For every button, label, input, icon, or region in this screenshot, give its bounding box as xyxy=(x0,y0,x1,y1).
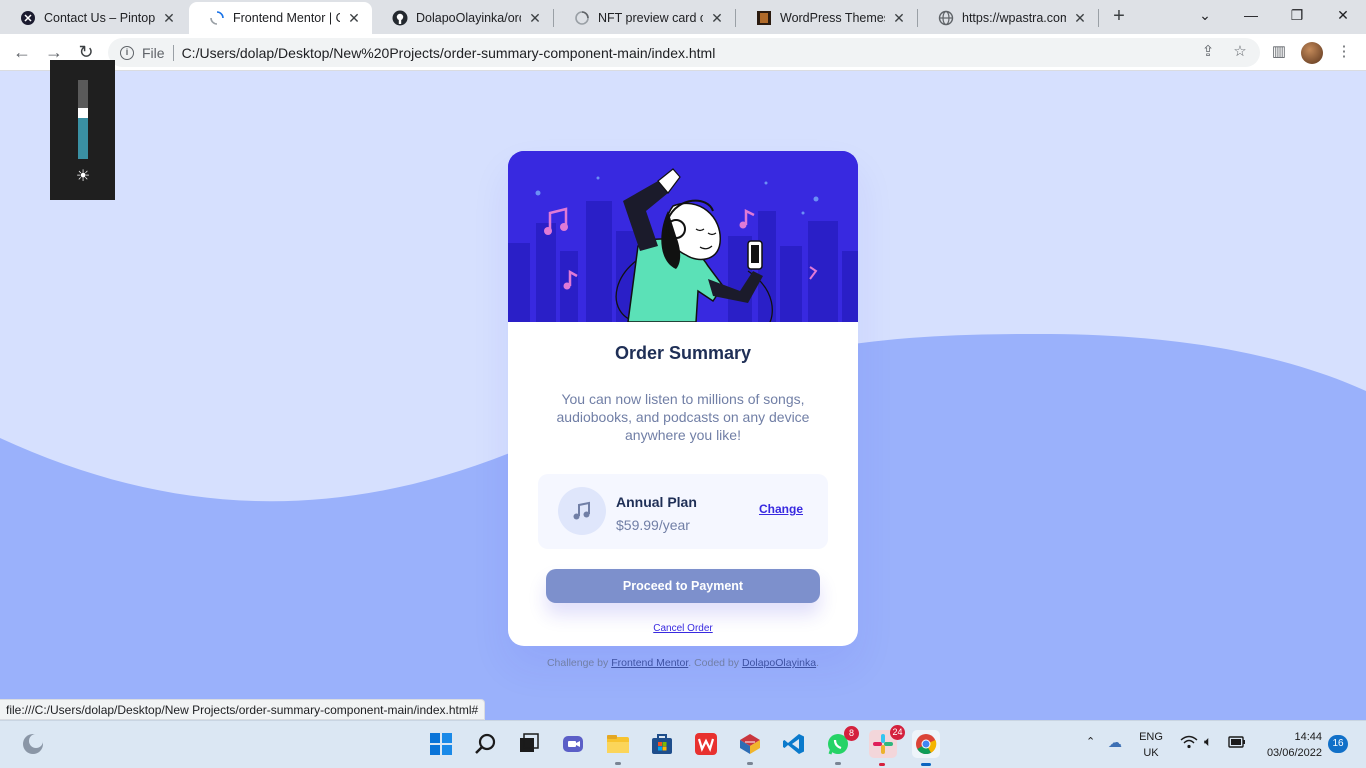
divider xyxy=(172,44,174,61)
star-icon[interactable]: ☆ xyxy=(1230,42,1250,62)
close-icon[interactable]: ✕ xyxy=(709,10,725,26)
order-summary-card: Order Summary You can now listen to mill… xyxy=(508,151,858,646)
brightness-fill xyxy=(78,118,88,159)
tab-strip: Contact Us – Pintop Te ✕ Frontend Mentor… xyxy=(0,0,1366,34)
start-icon[interactable] xyxy=(428,731,454,757)
close-icon[interactable]: ✕ xyxy=(1072,10,1088,26)
menu-kebab-icon[interactable]: ⋮ xyxy=(1334,42,1354,62)
proceed-to-payment-button[interactable]: Proceed to Payment xyxy=(546,569,820,603)
plan-price: $59.99/year xyxy=(616,517,690,533)
tab-nft-preview[interactable]: NFT preview card com ✕ xyxy=(554,2,735,34)
plan-box: Annual Plan $59.99/year Change xyxy=(538,474,828,549)
clock-date: 03/06/2022 xyxy=(1266,747,1322,759)
card-description: You can now listen to millions of songs,… xyxy=(556,391,810,443)
running-indicator xyxy=(921,763,931,766)
address-bar[interactable]: i File C:/Users/dolap/Desktop/New%20Proj… xyxy=(108,38,1260,67)
attribution-middle: . Coded by xyxy=(688,657,740,669)
attribution: Challenge by Frontend Mentor. Coded by D… xyxy=(0,657,1366,669)
tab-label: WordPress Themes & xyxy=(780,11,885,25)
status-url: file:///C:/Users/dolap/Desktop/New Proje… xyxy=(0,699,486,720)
notification-badge[interactable]: 16 xyxy=(1328,735,1348,753)
tab-github[interactable]: DolapoOlayinka/order ✕ xyxy=(372,2,553,34)
back-arrow-icon[interactable]: ← xyxy=(10,41,34,63)
brightness-slider[interactable] xyxy=(78,80,88,159)
github-icon xyxy=(392,10,408,26)
close-icon[interactable]: ✕ xyxy=(161,10,177,26)
profile-avatar[interactable] xyxy=(1301,42,1323,64)
volume-icon[interactable]: 🔈︎ xyxy=(1204,733,1212,768)
battery-icon[interactable] xyxy=(1228,736,1246,768)
new-tab-button[interactable]: + xyxy=(1108,6,1130,28)
info-icon[interactable]: i xyxy=(120,45,134,60)
task-view-icon[interactable] xyxy=(516,731,542,757)
tab-separator xyxy=(1098,9,1099,27)
keyboard-region: UK xyxy=(1143,747,1159,759)
onedrive-icon[interactable]: ☁ xyxy=(1108,734,1122,768)
loading-icon xyxy=(574,10,590,26)
wordpress-themes-icon xyxy=(756,10,772,26)
language-indicator[interactable]: ENG UK xyxy=(1134,729,1168,768)
window-close-button[interactable]: ✕ xyxy=(1320,4,1366,30)
search-icon[interactable] xyxy=(473,731,499,757)
brightness-overlay: ☀ xyxy=(50,60,115,200)
tab-label: https://wpastra.com/s xyxy=(962,11,1066,25)
whatsapp-badge: 8 xyxy=(844,726,859,741)
running-indicator xyxy=(615,762,621,765)
running-indicator xyxy=(747,762,753,765)
clock-time: 14:44 xyxy=(1294,731,1322,743)
url-text[interactable]: C:/Users/dolap/Desktop/New%20Projects/or… xyxy=(182,45,716,61)
wps-office-icon[interactable] xyxy=(693,731,719,757)
whatsapp-icon[interactable]: 8 xyxy=(825,726,859,765)
restore-button[interactable]: ❐ xyxy=(1274,4,1320,30)
sketchup-icon[interactable] xyxy=(737,731,763,765)
loading-icon xyxy=(209,10,225,26)
close-icon[interactable]: ✕ xyxy=(527,10,543,26)
close-icon[interactable]: ✕ xyxy=(891,10,907,26)
cancel-order-link[interactable]: Cancel Order xyxy=(508,623,858,634)
share-icon[interactable]: ⇪ xyxy=(1198,42,1218,62)
author-link[interactable]: DolapoOlayinka xyxy=(742,657,816,669)
side-panel-icon[interactable]: ▥ xyxy=(1269,42,1289,62)
file-explorer-icon[interactable] xyxy=(605,731,631,765)
vs-code-icon[interactable] xyxy=(781,731,807,757)
globe-icon xyxy=(938,10,954,26)
tab-label: DolapoOlayinka/order xyxy=(416,11,521,25)
clock[interactable]: 14:44 03/06/2022 xyxy=(1254,729,1326,768)
plan-name: Annual Plan xyxy=(616,494,697,510)
brightness-thumb[interactable] xyxy=(78,108,88,118)
slack-badge: 24 xyxy=(890,725,905,740)
sun-icon: ☀ xyxy=(75,168,91,185)
browser-toolbar: ← → ↻ i File C:/Users/dolap/Desktop/New%… xyxy=(0,34,1366,71)
show-hidden-icons[interactable]: ⌃ xyxy=(1086,735,1095,768)
card-title: Order Summary xyxy=(614,343,752,363)
hero-illustration xyxy=(508,151,858,323)
tab-label: NFT preview card com xyxy=(598,11,703,25)
frontend-mentor-link[interactable]: Frontend Mentor xyxy=(611,657,688,669)
tab-label: Contact Us – Pintop Te xyxy=(44,11,155,25)
language-code: ENG xyxy=(1139,731,1163,743)
tab-wordpress-themes[interactable]: WordPress Themes & ✕ xyxy=(736,2,917,34)
tab-wpastra[interactable]: https://wpastra.com/s ✕ xyxy=(918,2,1098,34)
close-icon[interactable]: ✕ xyxy=(346,10,362,26)
change-plan-link[interactable]: Change xyxy=(759,502,803,516)
pintop-icon xyxy=(20,10,36,26)
tab-search-button[interactable]: ⌄ xyxy=(1182,4,1228,30)
attribution-prefix: Challenge by xyxy=(546,657,609,669)
wifi-icon[interactable] xyxy=(1180,735,1198,768)
attribution-suffix: . xyxy=(816,657,820,669)
microsoft-store-icon[interactable] xyxy=(649,731,675,757)
music-note-icon xyxy=(558,487,606,535)
slack-icon[interactable]: 24 xyxy=(869,725,905,766)
chrome-icon[interactable] xyxy=(912,730,940,766)
widgets-icon[interactable] xyxy=(20,731,46,757)
scheme-label: File xyxy=(142,44,165,61)
minimize-button[interactable]: — xyxy=(1228,4,1274,30)
running-indicator xyxy=(879,763,885,766)
tab-contact-us[interactable]: Contact Us – Pintop Te ✕ xyxy=(0,2,187,34)
tab-label: Frontend Mentor | Ord xyxy=(233,11,340,25)
running-indicator xyxy=(835,762,841,765)
teams-chat-icon[interactable] xyxy=(560,731,586,757)
tab-frontend-mentor[interactable]: Frontend Mentor | Ord ✕ xyxy=(189,2,372,34)
